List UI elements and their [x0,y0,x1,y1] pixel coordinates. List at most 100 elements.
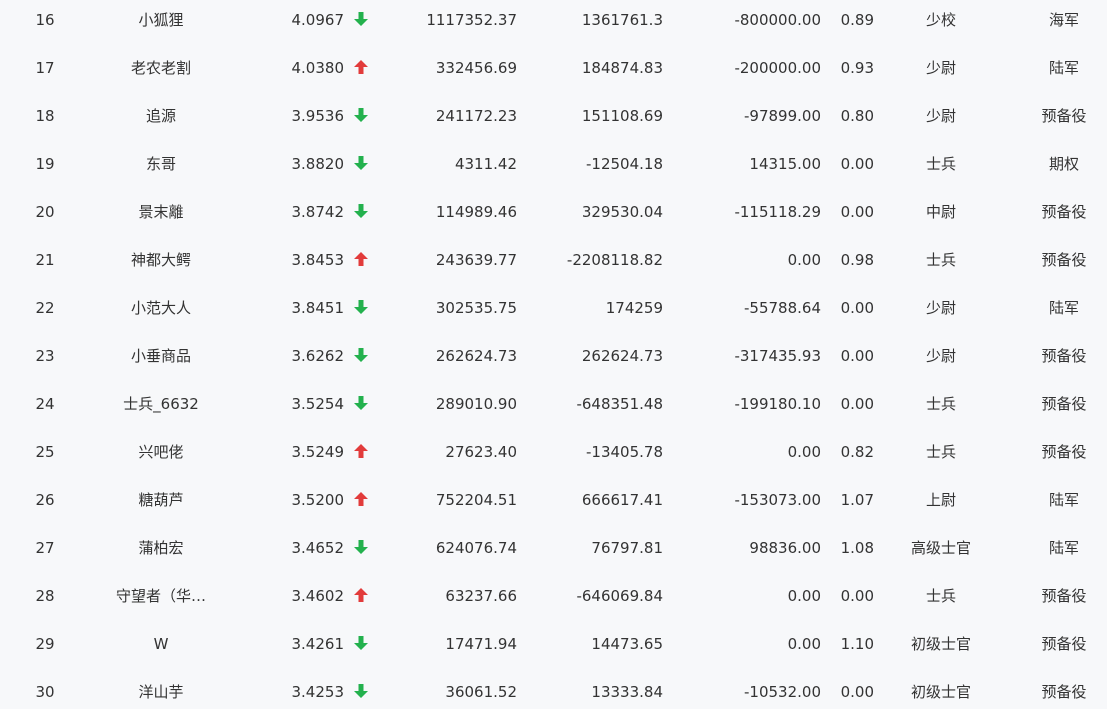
military-rank: 初级士官 [910,635,971,653]
military-rank: 上尉 [925,491,956,509]
value-2: 13333.84 [591,683,663,701]
rank-cell: 19 [35,155,55,173]
value-3: -97899.00 [744,107,821,125]
branch-label: 预备役 [1041,443,1087,461]
value-1: 752204.51 [435,491,517,509]
value-2: 329530.04 [581,203,663,221]
branch-label: 预备役 [1041,635,1087,653]
value-3: -800000.00 [734,11,821,29]
table-row: 21 神都大鳄 3.8453 243639.77 -2208118.82 0.00 0.98… [0,240,1107,288]
arrow-down-icon [354,144,372,192]
ratio-value: 0.98 [840,251,874,269]
user-name: 老农老割 [130,59,191,77]
value-2: 666617.41 [581,491,663,509]
leaderboard-table: 16 小狐狸 4.0967 1117352.37 1361761.3 -800000.00… [0,0,1107,709]
rank-cell: 23 [35,347,55,365]
military-rank: 高级士官 [910,539,971,557]
value-3: 0.00 [787,587,821,605]
score-value: 3.5254 [291,395,345,413]
rank-cell: 22 [35,299,55,317]
value-3: 0.00 [787,635,821,653]
rank-cell: 28 [35,587,55,605]
table-row: 18 追源 3.9536 241172.23 151108.69 -97899.00 0.8… [0,96,1107,144]
value-2: 14473.65 [591,635,663,653]
ratio-value: 0.00 [840,683,874,701]
table-row: 27 蒲柏宏 3.4652 624076.74 76797.81 98836.00 1.08… [0,528,1107,576]
rank-cell: 16 [35,11,55,29]
score-value: 3.4602 [291,587,345,605]
score-value: 3.8451 [291,299,345,317]
ratio-value: 0.89 [840,11,874,29]
arrow-up-icon [354,480,372,528]
branch-label: 陆军 [1048,299,1079,317]
value-2: -12504.18 [586,155,663,173]
value-2: 174259 [605,299,663,317]
branch-label: 预备役 [1041,395,1087,413]
table-row: 19 东哥 3.8820 4311.42 -12504.18 14315.00 0.00 士兵… [0,144,1107,192]
arrow-down-icon [354,288,372,336]
military-rank: 士兵 [925,587,956,605]
value-1: 332456.69 [435,59,517,77]
value-1: 241172.23 [435,107,517,125]
user-name: 小范大人 [130,299,191,317]
arrow-down-icon [354,336,372,384]
rank-cell: 24 [35,395,55,413]
value-2: 1361761.3 [581,11,663,29]
table-row: 25 兴吧佬 3.5249 27623.40 -13405.78 0.00 0.82 士兵 预备… [0,432,1107,480]
arrow-down-icon [354,672,372,709]
military-rank: 士兵 [925,443,956,461]
table-row: 16 小狐狸 4.0967 1117352.37 1361761.3 -800000.00… [0,0,1107,48]
value-1: 36061.52 [445,683,517,701]
table-row: 23 小垂商品 3.6262 262624.73 262624.73 -317435.93… [0,336,1107,384]
value-3: -115118.29 [734,203,821,221]
rank-cell: 26 [35,491,55,509]
branch-label: 陆军 [1048,59,1079,77]
branch-label: 期权 [1048,155,1079,173]
rank-cell: 17 [35,59,55,77]
military-rank: 少校 [925,11,956,29]
value-1: 302535.75 [435,299,517,317]
ratio-value: 1.07 [840,491,874,509]
score-value: 4.0967 [291,11,345,29]
table-row: 22 小范大人 3.8451 302535.75 174259 -55788.64 0.00… [0,288,1107,336]
ratio-value: 0.00 [840,203,874,221]
score-value: 3.9536 [291,107,345,125]
user-name: 糖葫芦 [138,491,184,509]
value-2: 151108.69 [581,107,663,125]
user-name: 小狐狸 [138,11,184,29]
value-1: 17471.94 [445,635,517,653]
value-3: -200000.00 [734,59,821,77]
user-name: W [153,635,169,653]
arrow-down-icon [354,624,372,672]
score-value: 3.8453 [291,251,345,269]
value-1: 1117352.37 [426,11,517,29]
user-name: 神都大鳄 [130,251,191,269]
value-1: 27623.40 [445,443,517,461]
ratio-value: 1.10 [840,635,874,653]
score-value: 3.8820 [291,155,345,173]
military-rank: 少尉 [925,299,956,317]
table-row: 29 W 3.4261 17471.94 14473.65 0.00 1.10 初级士官 预备役 [0,624,1107,672]
value-1: 289010.90 [435,395,517,413]
branch-label: 陆军 [1048,539,1079,557]
score-value: 3.5249 [291,443,345,461]
branch-label: 海军 [1048,11,1079,29]
branch-label: 预备役 [1041,203,1087,221]
table-row: 28 守望者（华… 3.4602 63237.66 -646069.84 0.00 0.00… [0,576,1107,624]
ratio-value: 0.00 [840,395,874,413]
military-rank: 士兵 [925,155,956,173]
arrow-down-icon [354,192,372,240]
table-row: 20 景末離 3.8742 114989.46 329530.04 -115118.29 0… [0,192,1107,240]
user-name: 景末離 [138,203,184,221]
military-rank: 少尉 [925,59,956,77]
table-row: 17 老农老割 4.0380 332456.69 184874.83 -200000.00… [0,48,1107,96]
rank-cell: 29 [35,635,55,653]
ratio-value: 0.00 [840,155,874,173]
rank-cell: 20 [35,203,55,221]
score-value: 3.5200 [291,491,345,509]
branch-label: 预备役 [1041,251,1087,269]
user-name: 追源 [145,107,176,125]
rank-cell: 18 [35,107,55,125]
arrow-up-icon [354,576,372,624]
user-name: 士兵_6632 [123,395,199,413]
